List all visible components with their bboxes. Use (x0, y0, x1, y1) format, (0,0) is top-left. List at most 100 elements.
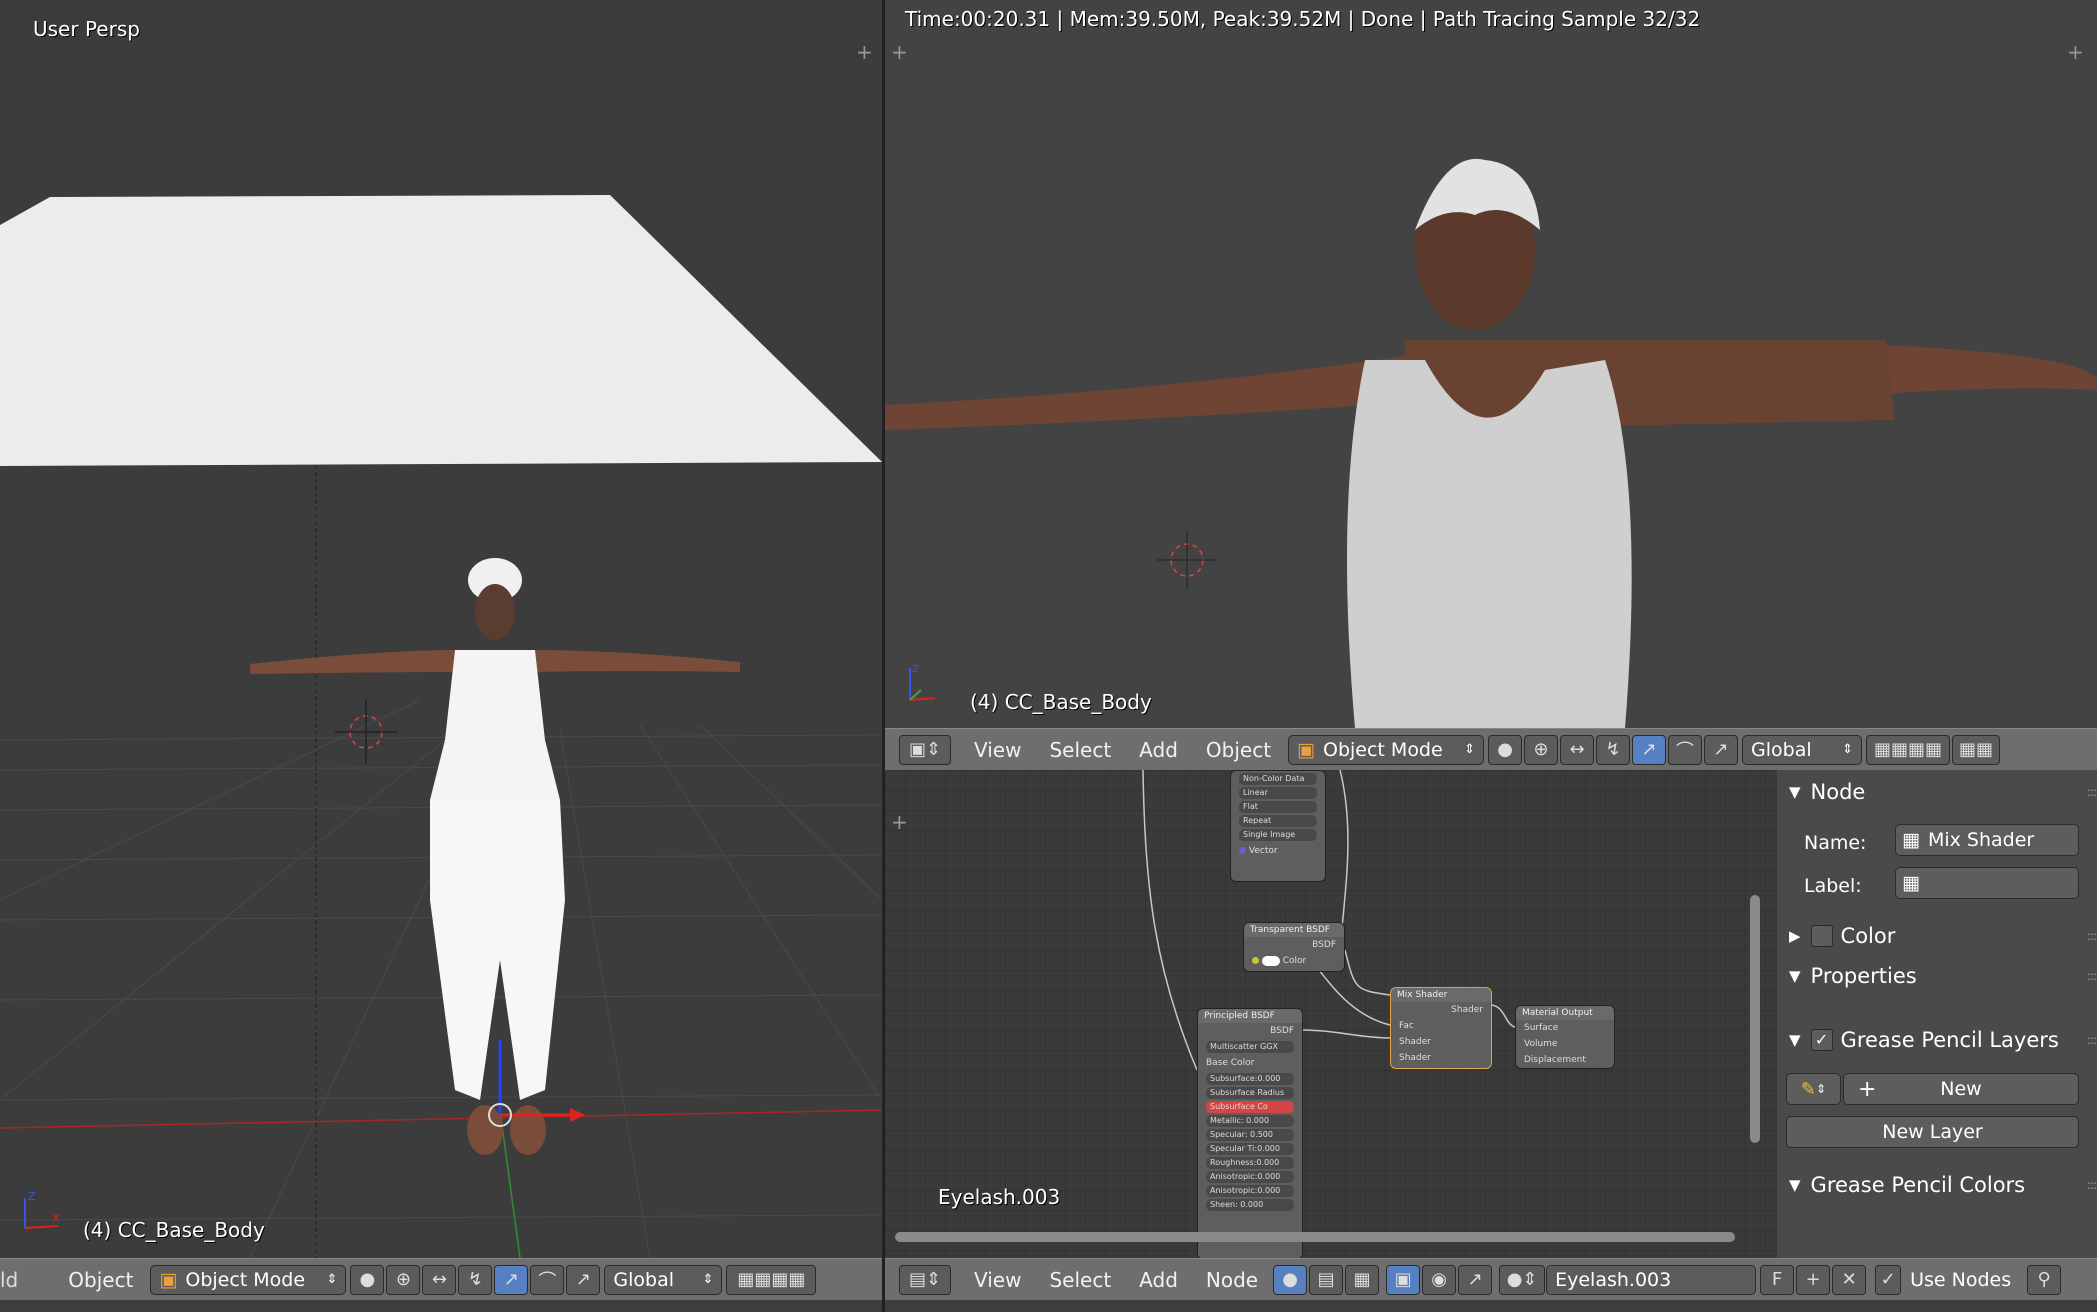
image-extension[interactable]: Repeat (1239, 815, 1317, 827)
menu-node[interactable]: Node (1192, 1268, 1272, 1292)
layers-grid-2[interactable]: ▦▦ (1952, 734, 2001, 765)
collapse-triangle-icon: ▼ (1789, 967, 1801, 985)
viewport-shading-icon[interactable]: ● (1488, 734, 1523, 765)
image-color-space[interactable]: Non-Color Data (1239, 773, 1317, 785)
scale-manipulator-icon[interactable]: ⌒ (1668, 734, 1703, 765)
area-split-plus-icon[interactable]: + (2067, 40, 2084, 64)
node-section-title: Node (1810, 780, 1866, 804)
gp-layers-section-header[interactable]: ▼ ✓ Grease Pencil Layers :::: (1777, 1022, 2097, 1058)
socket-icon[interactable] (1252, 957, 1259, 964)
object-shader-icon[interactable]: ▣ (1386, 1264, 1421, 1295)
translate-manipulator-icon[interactable]: ↯ (458, 1264, 493, 1295)
area-split-plus-icon[interactable]: + (891, 810, 908, 834)
orientation-select[interactable]: Global ⇕ (604, 1264, 723, 1295)
node-label-field[interactable]: ▦ (1895, 867, 2079, 899)
material-browse-icon[interactable]: ●⇕ (1499, 1264, 1546, 1295)
object-menu[interactable]: Object (32, 1268, 147, 1292)
world-shader-icon[interactable]: ◉ (1422, 1264, 1457, 1295)
area-split-plus-icon[interactable]: + (891, 40, 908, 64)
pin-icon[interactable]: ⚲ (2027, 1264, 2062, 1295)
image-projection[interactable]: Flat (1239, 801, 1317, 813)
gp-new-button[interactable]: + New (1843, 1073, 2079, 1105)
vertical-scrollbar[interactable] (1750, 895, 1760, 1143)
area-split-plus-icon[interactable]: + (856, 40, 873, 64)
editor-type-icon[interactable]: ▤⇕ (899, 1264, 951, 1295)
principled-anisotropic-rotation[interactable]: Anisotropic:0.000 (1206, 1185, 1294, 1197)
pivot-point-icon[interactable]: ⊕ (386, 1264, 421, 1295)
color-swatch[interactable] (1261, 955, 1280, 966)
principled-subsurface-color[interactable]: Subsurface Co (1206, 1101, 1294, 1113)
drag-grip-icon[interactable]: :::: (2087, 929, 2097, 943)
gp-layers-checkbox[interactable]: ✓ (1810, 1029, 1833, 1051)
material-output-node[interactable]: Material Output Surface Volume Displacem… (1515, 1005, 1615, 1069)
add-material-icon[interactable]: + (1796, 1264, 1831, 1295)
editor-type-icon[interactable]: ▣⇕ (899, 734, 951, 765)
principled-bsdf-node[interactable]: Principled BSDF BSDF Multiscatter GGX Ba… (1197, 1008, 1303, 1258)
principled-roughness[interactable]: Roughness:0.000 (1206, 1157, 1294, 1169)
menu-object[interactable]: Object (1192, 738, 1285, 762)
node-section-header[interactable]: ▼ Node :::: (1777, 774, 2097, 810)
manipulator-toggle-icon[interactable]: ↔ (1560, 734, 1595, 765)
principled-specular[interactable]: Specular: 0.500 (1206, 1129, 1294, 1141)
render-viewport[interactable]: Time:00:20.31 | Mem:39.50M, Peak:39.52M … (885, 0, 2097, 728)
principled-specular-tint[interactable]: Specular Ti:0.000 (1206, 1143, 1294, 1155)
cut-menu-label[interactable]: ld (0, 1268, 32, 1292)
gp-data-select[interactable]: ✎ ⇕ (1786, 1073, 1841, 1105)
output-displacement: Displacement (1524, 1055, 1586, 1065)
drag-grip-icon[interactable]: :::: (2087, 1178, 2097, 1192)
principled-subsurface[interactable]: Subsurface:0.000 (1206, 1073, 1294, 1085)
node-name-field[interactable]: ▦ Mix Shader (1895, 824, 2079, 856)
gp-colors-section-header[interactable]: ▼ Grease Pencil Colors :::: (1777, 1167, 2097, 1203)
fake-user-button[interactable]: F (1760, 1264, 1795, 1295)
principled-subsurface-radius[interactable]: Subsurface Radius (1206, 1087, 1294, 1099)
menu-view[interactable]: View (960, 1268, 1035, 1292)
color-section-header[interactable]: ▶ Color :::: (1777, 918, 2097, 954)
drag-grip-icon[interactable]: :::: (2087, 1033, 2097, 1047)
horizontal-scrollbar[interactable] (895, 1232, 1735, 1242)
socket-icon[interactable] (1239, 847, 1246, 854)
linestyle-shader-icon[interactable]: ↗ (1458, 1264, 1493, 1295)
menu-select[interactable]: Select (1035, 1268, 1125, 1292)
menu-add[interactable]: Add (1125, 1268, 1192, 1292)
image-texture-node[interactable]: Non-Color Data Linear Flat Repeat Single… (1230, 770, 1326, 882)
layers-grid[interactable]: ▦▦▦▦ (1866, 734, 1951, 765)
menu-view[interactable]: View (960, 738, 1035, 762)
image-source[interactable]: Single Image (1239, 829, 1317, 841)
render-scene (885, 158, 2097, 728)
principled-distribution[interactable]: Multiscatter GGX (1206, 1041, 1294, 1053)
shader-nodes-icon[interactable]: ● (1273, 1264, 1308, 1295)
layers-grid[interactable]: ▦▦▦▦ (726, 1264, 817, 1295)
rotate-manipulator-icon[interactable]: ↗ (1632, 734, 1667, 765)
principled-anisotropic[interactable]: Anisotropic:0.000 (1206, 1171, 1294, 1183)
menu-add[interactable]: Add (1125, 738, 1192, 762)
texture-nodes-icon[interactable]: ▦ (1345, 1264, 1380, 1295)
translate-manipulator-icon[interactable]: ↯ (1596, 734, 1631, 765)
viewport-shading-icon[interactable]: ● (350, 1264, 385, 1295)
transform-space-icon[interactable]: ↗ (1704, 734, 1739, 765)
drag-grip-icon[interactable]: :::: (2087, 785, 2097, 799)
manipulator-toggle-icon[interactable]: ↔ (422, 1264, 457, 1295)
mode-select[interactable]: ▣ Object Mode ⇕ (150, 1264, 347, 1295)
color-checkbox[interactable] (1810, 925, 1833, 947)
mix-shader-node[interactable]: Mix Shader Shader Fac Shader Shader (1390, 987, 1492, 1069)
orientation-select[interactable]: Global ⇕ (1742, 734, 1863, 765)
principled-sheen[interactable]: Sheen: 0.000 (1206, 1199, 1294, 1211)
mode-select[interactable]: ▣ Object Mode ⇕ (1288, 734, 1485, 765)
drag-grip-icon[interactable]: :::: (2087, 969, 2097, 983)
principled-metallic[interactable]: Metallic: 0.000 (1206, 1115, 1294, 1127)
new-layer-button[interactable]: New Layer (1786, 1116, 2079, 1148)
rotate-manipulator-icon[interactable]: ↗ (494, 1264, 529, 1295)
unlink-material-icon[interactable]: ✕ (1832, 1264, 1867, 1295)
left-3d-viewport[interactable]: Z X User Persp (4) CC_Base_Body + (0, 0, 882, 1258)
menu-select[interactable]: Select (1035, 738, 1125, 762)
use-nodes-checkbox[interactable]: ✓ (1875, 1264, 1902, 1295)
compositing-nodes-icon[interactable]: ▤ (1309, 1264, 1344, 1295)
transparent-bsdf-node[interactable]: Transparent BSDF BSDF Color (1243, 922, 1345, 972)
image-interpolation[interactable]: Linear (1239, 787, 1317, 799)
pivot-point-icon[interactable]: ⊕ (1524, 734, 1559, 765)
scale-manipulator-icon[interactable]: ⌒ (530, 1264, 565, 1295)
node-editor[interactable]: Non-Color Data Linear Flat Repeat Single… (885, 770, 1777, 1258)
material-name-field[interactable]: Eyelash.003 (1546, 1264, 1757, 1295)
properties-section-header[interactable]: ▼ Properties :::: (1777, 958, 2097, 994)
transform-space-icon[interactable]: ↗ (566, 1264, 601, 1295)
